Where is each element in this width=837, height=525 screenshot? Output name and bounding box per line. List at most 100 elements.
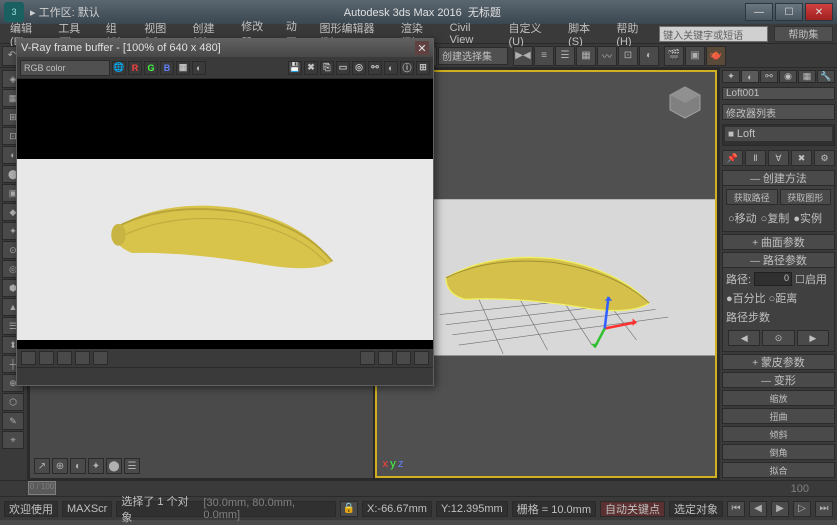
vray-sb-5[interactable] [93, 351, 108, 365]
layer-button[interactable]: ☰ [555, 46, 575, 66]
vray-sb-6[interactable] [360, 351, 375, 365]
vray-sb-4[interactable] [75, 351, 90, 365]
ribbon-button[interactable]: ▦ [576, 46, 596, 66]
rollout-skin[interactable]: + 蒙皮参数 [722, 354, 835, 370]
rollout-path[interactable]: — 路径参数 [722, 252, 835, 268]
vray-render-image[interactable] [17, 79, 433, 349]
maximize-button[interactable]: ☐ [775, 3, 803, 21]
path-prev-button[interactable]: ◀ [728, 330, 760, 346]
radio-percent[interactable]: ●百分比 [726, 290, 766, 306]
maxscript-field[interactable]: MAXScr [62, 501, 112, 517]
autokey-button[interactable]: 自动关键点 [600, 501, 665, 517]
vray-region-button[interactable]: ▭ [336, 61, 350, 75]
menu-custom[interactable]: 自定义(U) [503, 20, 563, 48]
radio-distance[interactable]: ○距离 [769, 290, 798, 306]
rollout-create-method[interactable]: — 创建方法 [722, 170, 835, 186]
vray-close-button[interactable]: ✕ [415, 41, 429, 55]
config-button[interactable]: ⚙ [814, 150, 835, 166]
deform-fit-button[interactable]: 拟合 [722, 462, 835, 478]
deform-teeter-button[interactable]: 倾斜 [722, 426, 835, 442]
vray-g-channel[interactable]: G [144, 61, 158, 75]
vray-sb-9[interactable] [414, 351, 429, 365]
vray-link-button[interactable]: ⚯ [368, 61, 382, 75]
vray-cc-button[interactable]: ◐ [384, 61, 398, 75]
vray-globe-icon[interactable]: 🌐 [112, 61, 126, 75]
tab-hierarchy[interactable]: ⚯ [760, 70, 778, 83]
vray-hist-button[interactable]: ⊞ [416, 61, 430, 75]
tool-s[interactable]: ✎ [2, 412, 24, 430]
vray-alpha-button[interactable]: ▦ [176, 61, 190, 75]
play-prev-button[interactable]: ◀ [749, 501, 767, 517]
render-setup-button[interactable]: 🎬 [664, 46, 684, 66]
play-button[interactable]: ▶ [771, 501, 789, 517]
deform-bevel-button[interactable]: 倒角 [722, 444, 835, 460]
tab-modify[interactable]: ◐ [741, 70, 759, 83]
mirror-button[interactable]: ▶◀ [513, 46, 533, 66]
vray-track-button[interactable]: ◎ [352, 61, 366, 75]
viewcube[interactable] [665, 82, 705, 122]
search-input[interactable]: 键入关键字或短语 [659, 26, 768, 42]
vray-sb-1[interactable] [21, 351, 36, 365]
radio-move[interactable]: ○移动 [728, 210, 757, 226]
schematic-button[interactable]: ⊡ [618, 46, 638, 66]
rollout-surface[interactable]: + 曲面参数 [722, 234, 835, 250]
tab-utilities[interactable]: 🔧 [817, 70, 835, 83]
vp-tool-4[interactable]: ✦ [88, 458, 104, 474]
deform-scale-button[interactable]: 缩放 [722, 390, 835, 406]
lock-button[interactable]: 🔒 [340, 501, 358, 517]
play-end-button[interactable]: ⏭ [815, 501, 833, 517]
get-shape-button[interactable]: 获取图形 [780, 189, 832, 205]
selection-set-dropdown[interactable]: 创建选择集 [438, 47, 508, 65]
radio-instance[interactable]: ●实例 [793, 210, 822, 226]
menu-civil[interactable]: Civil View [444, 22, 503, 46]
path-pick-button[interactable]: ⊙ [762, 330, 794, 346]
vray-copy-button[interactable]: ⎘ [320, 61, 334, 75]
tab-display[interactable]: ▦ [798, 70, 816, 83]
vray-clear-button[interactable]: ✖ [304, 61, 318, 75]
help-button[interactable]: 帮助集 [774, 26, 833, 42]
tool-r[interactable]: ⬡ [2, 393, 24, 411]
object-name-field[interactable]: Loft001 [722, 87, 835, 100]
play-start-button[interactable]: ⏮ [727, 501, 745, 517]
stack-item[interactable]: ■ Loft [725, 127, 832, 141]
vray-sb-2[interactable] [39, 351, 54, 365]
align-button[interactable]: ≡ [534, 46, 554, 66]
vp-tool-2[interactable]: ⊕ [52, 458, 68, 474]
minimize-button[interactable]: — [745, 3, 773, 21]
deform-twist-button[interactable]: 扭曲 [722, 408, 835, 424]
get-path-button[interactable]: 获取路径 [726, 189, 778, 205]
tool-t[interactable]: ⌖ [2, 431, 24, 449]
pin-stack-button[interactable]: 📌 [722, 150, 743, 166]
vray-info-button[interactable]: ⓘ [400, 61, 414, 75]
vray-sb-3[interactable] [57, 351, 72, 365]
workspace-dropdown[interactable]: ▸ 工作区: 默认 [30, 4, 100, 20]
time-marker[interactable]: 0 / 100 [28, 481, 56, 495]
show-end-button[interactable]: Ⅱ [745, 150, 766, 166]
path-spinner[interactable]: 0 [754, 272, 792, 286]
vray-b-channel[interactable]: B [160, 61, 174, 75]
render-frame-button[interactable]: ▣ [685, 46, 705, 66]
time-slider[interactable]: 0 / 100 0 100 [0, 480, 837, 496]
menu-help[interactable]: 帮助(H) [610, 20, 659, 48]
modifier-stack[interactable]: ■ Loft [722, 124, 835, 146]
vray-save-button[interactable]: 💾 [288, 61, 302, 75]
vp-tool-3[interactable]: ◐ [70, 458, 86, 474]
play-next-button[interactable]: ▷ [793, 501, 811, 517]
remove-button[interactable]: ✖ [791, 150, 812, 166]
menu-script[interactable]: 脚本(S) [562, 20, 610, 48]
rollout-deform[interactable]: — 变形 [722, 372, 835, 388]
selmode-dropdown[interactable]: 选定对象 [669, 501, 723, 517]
coord-x[interactable]: X:-66.67mm [362, 501, 432, 517]
vray-sb-8[interactable] [396, 351, 411, 365]
radio-copy[interactable]: ○复制 [761, 210, 790, 226]
vp-tool-6[interactable]: ☰ [124, 458, 140, 474]
vray-mono-button[interactable]: ◐ [192, 61, 206, 75]
vp-tool-5[interactable]: ⬤ [106, 458, 122, 474]
vray-sb-7[interactable] [378, 351, 393, 365]
modifier-list-dropdown[interactable]: 修改器列表 [722, 104, 835, 120]
material-button[interactable]: ◐ [639, 46, 659, 66]
close-button[interactable]: ✕ [805, 3, 833, 21]
vray-frame-buffer-window[interactable]: V-Ray frame buffer - [100% of 640 x 480]… [16, 38, 434, 386]
path-next-button[interactable]: ▶ [797, 330, 829, 346]
enable-checkbox[interactable]: ☐启用 [795, 271, 827, 287]
